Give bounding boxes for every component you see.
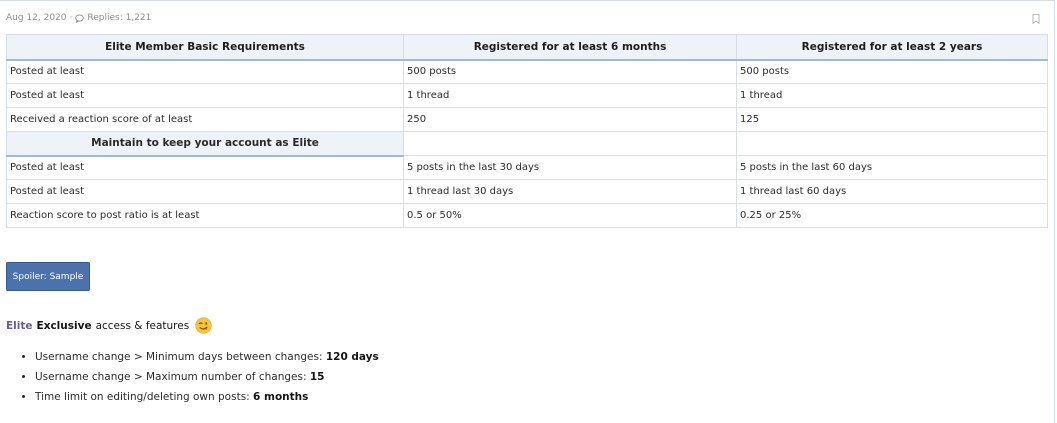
feature-text: Username change > Minimum days between c… [35,351,326,363]
table-row: Posted at least 500 posts 500 posts [6,59,1048,84]
feature-text: Time limit on editing/deleting own posts… [35,391,254,403]
table-cell: 125 [736,107,1048,132]
elite-features-heading: Elite Exclusive access & features [6,317,212,334]
post-date[interactable]: Aug 12, 2020 [6,13,67,23]
list-item: Username change > Maximum number of chan… [35,367,379,387]
table-row: Received a reaction score of at least 25… [6,107,1048,132]
maintain-header-row: Maintain to keep your account as Elite [6,131,1048,157]
table-cell: Received a reaction score of at least [6,107,404,132]
table-cell: 1 thread [736,83,1048,108]
spoiler-button[interactable]: Spoiler: Sample [6,262,90,291]
table-cell: 5 posts in the last 30 days [403,155,737,180]
table-cell: Posted at least [6,59,404,84]
table-cell: 0.25 or 25% [736,203,1048,228]
table-row: Posted at least 5 posts in the last 30 d… [6,155,1048,180]
feature-value: 6 months [253,391,309,403]
table-cell: Posted at least [6,179,404,204]
header-2-years: Registered for at least 2 years [736,34,1048,61]
header-requirements: Elite Member Basic Requirements [6,34,404,61]
table-cell: 5 posts in the last 60 days [736,155,1048,180]
table-row: Posted at least 1 thread last 30 days 1 … [6,179,1048,204]
replies-count: Replies: 1,221 [87,13,152,23]
header-6-months: Registered for at least 6 months [403,34,737,61]
table-cell: 250 [403,107,737,132]
table-cell: 1 thread [403,83,737,108]
table-cell: 1 thread last 60 days [736,179,1048,204]
feature-text: Username change > Maximum number of chan… [35,371,310,383]
list-item: Username change > Minimum days between c… [35,347,379,367]
elite-requirements-table: Elite Member Basic Requirements Register… [6,34,1048,228]
feature-value: 15 [309,371,325,383]
table-row: Reaction score to post ratio is at least… [6,203,1048,228]
access-features-text: access & features [95,319,190,332]
list-item: Time limit on editing/deleting own posts… [35,387,379,407]
table-cell-empty [403,131,737,156]
replies-icon [75,13,85,23]
bookmark-icon[interactable] [1031,13,1041,25]
table-cell-empty [736,131,1048,156]
winking-face-emoji-icon [195,317,212,334]
table-cell: Posted at least [6,155,404,180]
table-cell: Reaction score to post ratio is at least [6,203,404,228]
maintain-header: Maintain to keep your account as Elite [6,131,404,157]
elite-word: Elite [6,319,33,332]
table-cell: Posted at least [6,83,404,108]
table-cell: 0.5 or 50% [403,203,737,228]
post-container: Aug 12, 2020 · Replies: 1,221 Elite Memb… [0,0,1055,423]
table-cell: 500 posts [736,59,1048,84]
table-cell: 500 posts [403,59,737,84]
feature-value: 120 days [325,351,379,363]
post-meta: Aug 12, 2020 · Replies: 1,221 [6,13,151,23]
table-header-row: Elite Member Basic Requirements Register… [6,34,1048,61]
features-list: Username change > Minimum days between c… [6,347,379,407]
table-row: Posted at least 1 thread 1 thread [6,83,1048,108]
meta-separator: · [69,13,73,23]
table-cell: 1 thread last 30 days [403,179,737,204]
exclusive-word: Exclusive [36,319,92,332]
